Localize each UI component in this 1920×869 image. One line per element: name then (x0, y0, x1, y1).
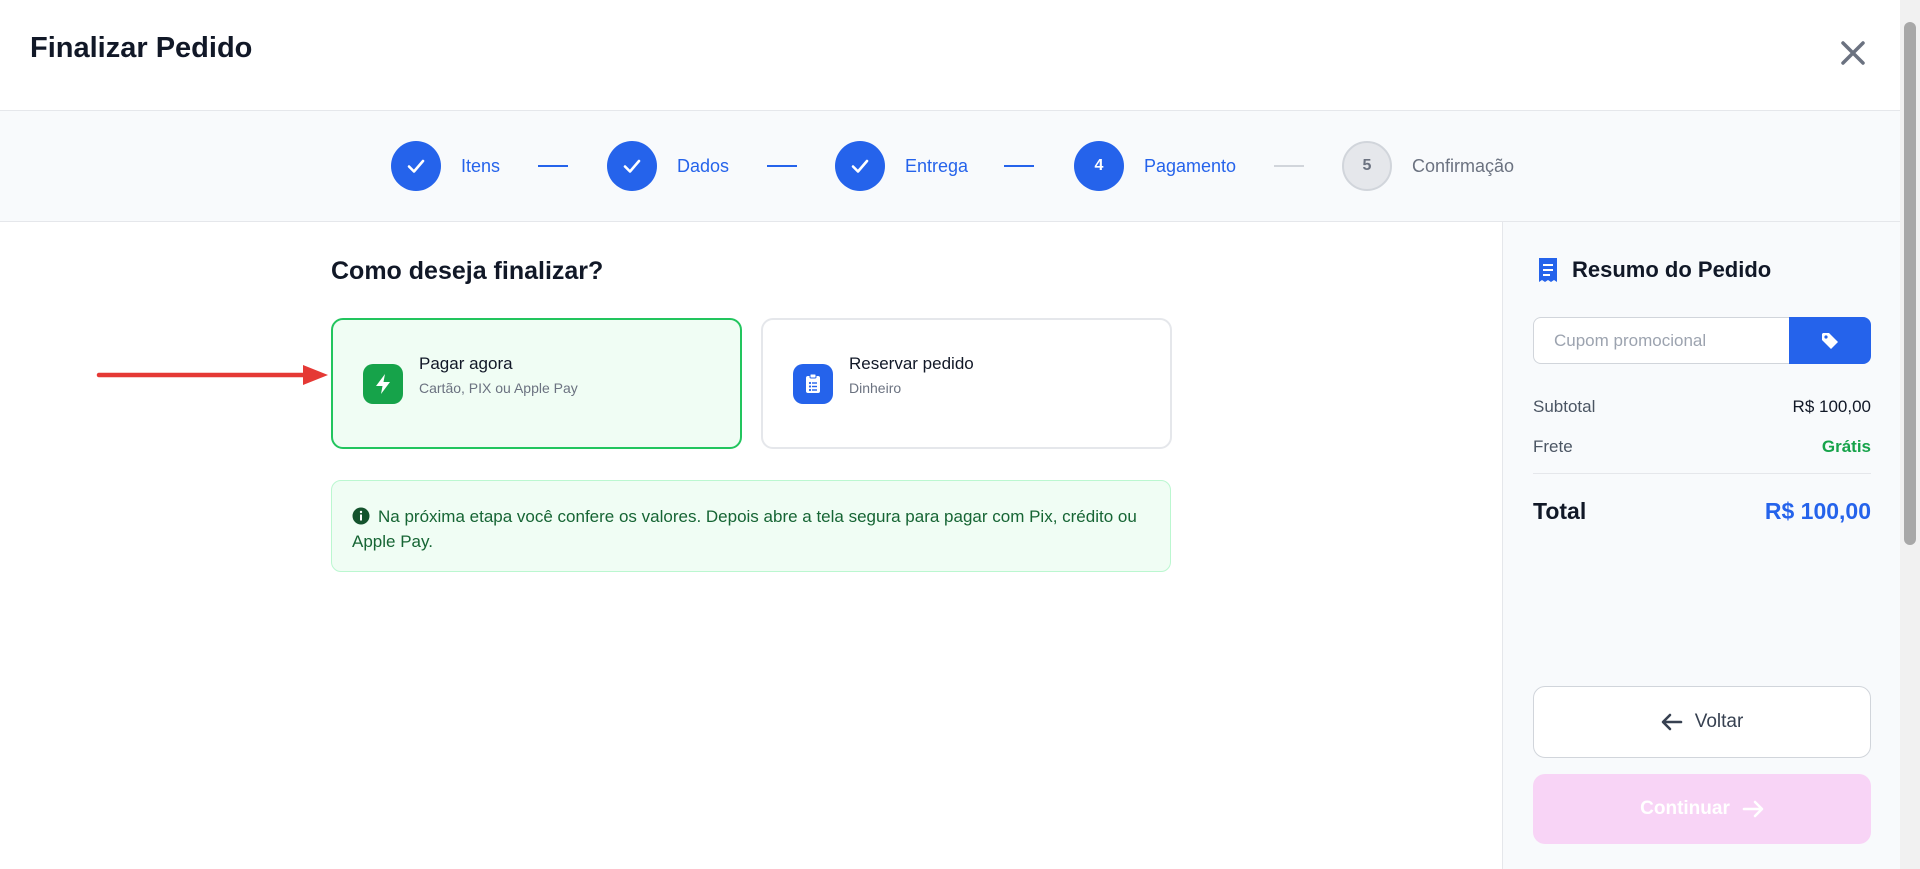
step-label-confirmacao: Confirmação (1412, 156, 1515, 176)
step-2-circle (607, 141, 657, 191)
subtotal-value: R$ 100,00 (1792, 397, 1871, 416)
modal-header: Finalizar Pedido (0, 0, 1900, 111)
step-3-circle (835, 141, 885, 191)
step-label-dados: Dados (677, 156, 730, 176)
back-label: Voltar (1694, 711, 1744, 732)
option-reservar-pedido[interactable]: Reservar pedido Dinheiro (761, 318, 1172, 449)
option-subtitle: Cartão, PIX ou Apple Pay (419, 380, 578, 396)
step-label-entrega: Entrega (905, 156, 969, 176)
option-title: Reservar pedido (849, 354, 974, 373)
step-connector (1004, 165, 1034, 167)
scrollbar-thumb[interactable] (1904, 22, 1916, 545)
lightning-icon (363, 364, 403, 404)
option-pagar-agora[interactable]: Pagar agora Cartão, PIX ou Apple Pay (331, 318, 742, 449)
annotation-arrow-icon (96, 365, 328, 385)
back-button[interactable]: Voltar (1533, 686, 1871, 758)
option-subtitle: Dinheiro (849, 380, 902, 396)
section-heading: Como deseja finalizar? (331, 257, 604, 285)
page-title: Finalizar Pedido (30, 32, 253, 64)
option-title: Pagar agora (419, 354, 513, 373)
step-connector (1274, 165, 1304, 167)
main-content: Como deseja finalizar? Pagar agora Cartã… (0, 222, 1502, 869)
close-button[interactable] (1834, 34, 1872, 72)
step-1-circle (391, 141, 441, 191)
page-scrollbar[interactable] (1900, 0, 1920, 869)
continue-button[interactable]: Continuar (1533, 774, 1871, 844)
continue-label: Continuar (1640, 798, 1730, 819)
order-summary-panel: Resumo do Pedido Subtotal R$ 100,00 Fret… (1502, 222, 1900, 869)
shipping-value: Grátis (1821, 437, 1871, 456)
clipboard-icon (793, 364, 833, 404)
subtotal-label: Subtotal (1533, 397, 1596, 416)
coupon-input[interactable] (1533, 317, 1789, 364)
step-connector (538, 165, 568, 167)
info-icon (352, 507, 370, 525)
total-value: R$ 100,00 (1764, 498, 1871, 524)
shipping-label: Frete (1533, 437, 1573, 456)
step-label-pagamento: Pagamento (1144, 156, 1237, 176)
checkout-stepper: Itens Dados Entrega 4 Pagamento 5 Confir… (0, 111, 1900, 222)
apply-coupon-button[interactable] (1789, 317, 1871, 364)
close-icon (1841, 41, 1865, 65)
step-5-circle: 5 (1342, 141, 1392, 191)
step-label-itens: Itens (461, 156, 501, 176)
info-alert: Na próxima etapa você confere os valores… (331, 480, 1171, 572)
total-row: Total R$ 100,00 (1533, 498, 1871, 525)
summary-divider (1533, 473, 1871, 474)
check-icon (407, 159, 425, 173)
step-4-circle: 4 (1074, 141, 1124, 191)
total-label: Total (1533, 498, 1587, 524)
subtotal-row: Subtotal R$ 100,00 (1533, 397, 1871, 417)
receipt-icon (1539, 258, 1557, 282)
check-icon (851, 159, 869, 173)
tag-icon (1822, 332, 1838, 349)
summary-title: Resumo do Pedido (1572, 257, 1772, 282)
step-connector (767, 165, 797, 167)
info-text: Na próxima etapa você confere os valores… (352, 507, 1137, 551)
check-icon (623, 159, 641, 173)
arrow-right-icon (1742, 800, 1764, 818)
arrow-left-icon (1661, 713, 1683, 731)
shipping-row: Frete Grátis (1533, 437, 1871, 457)
